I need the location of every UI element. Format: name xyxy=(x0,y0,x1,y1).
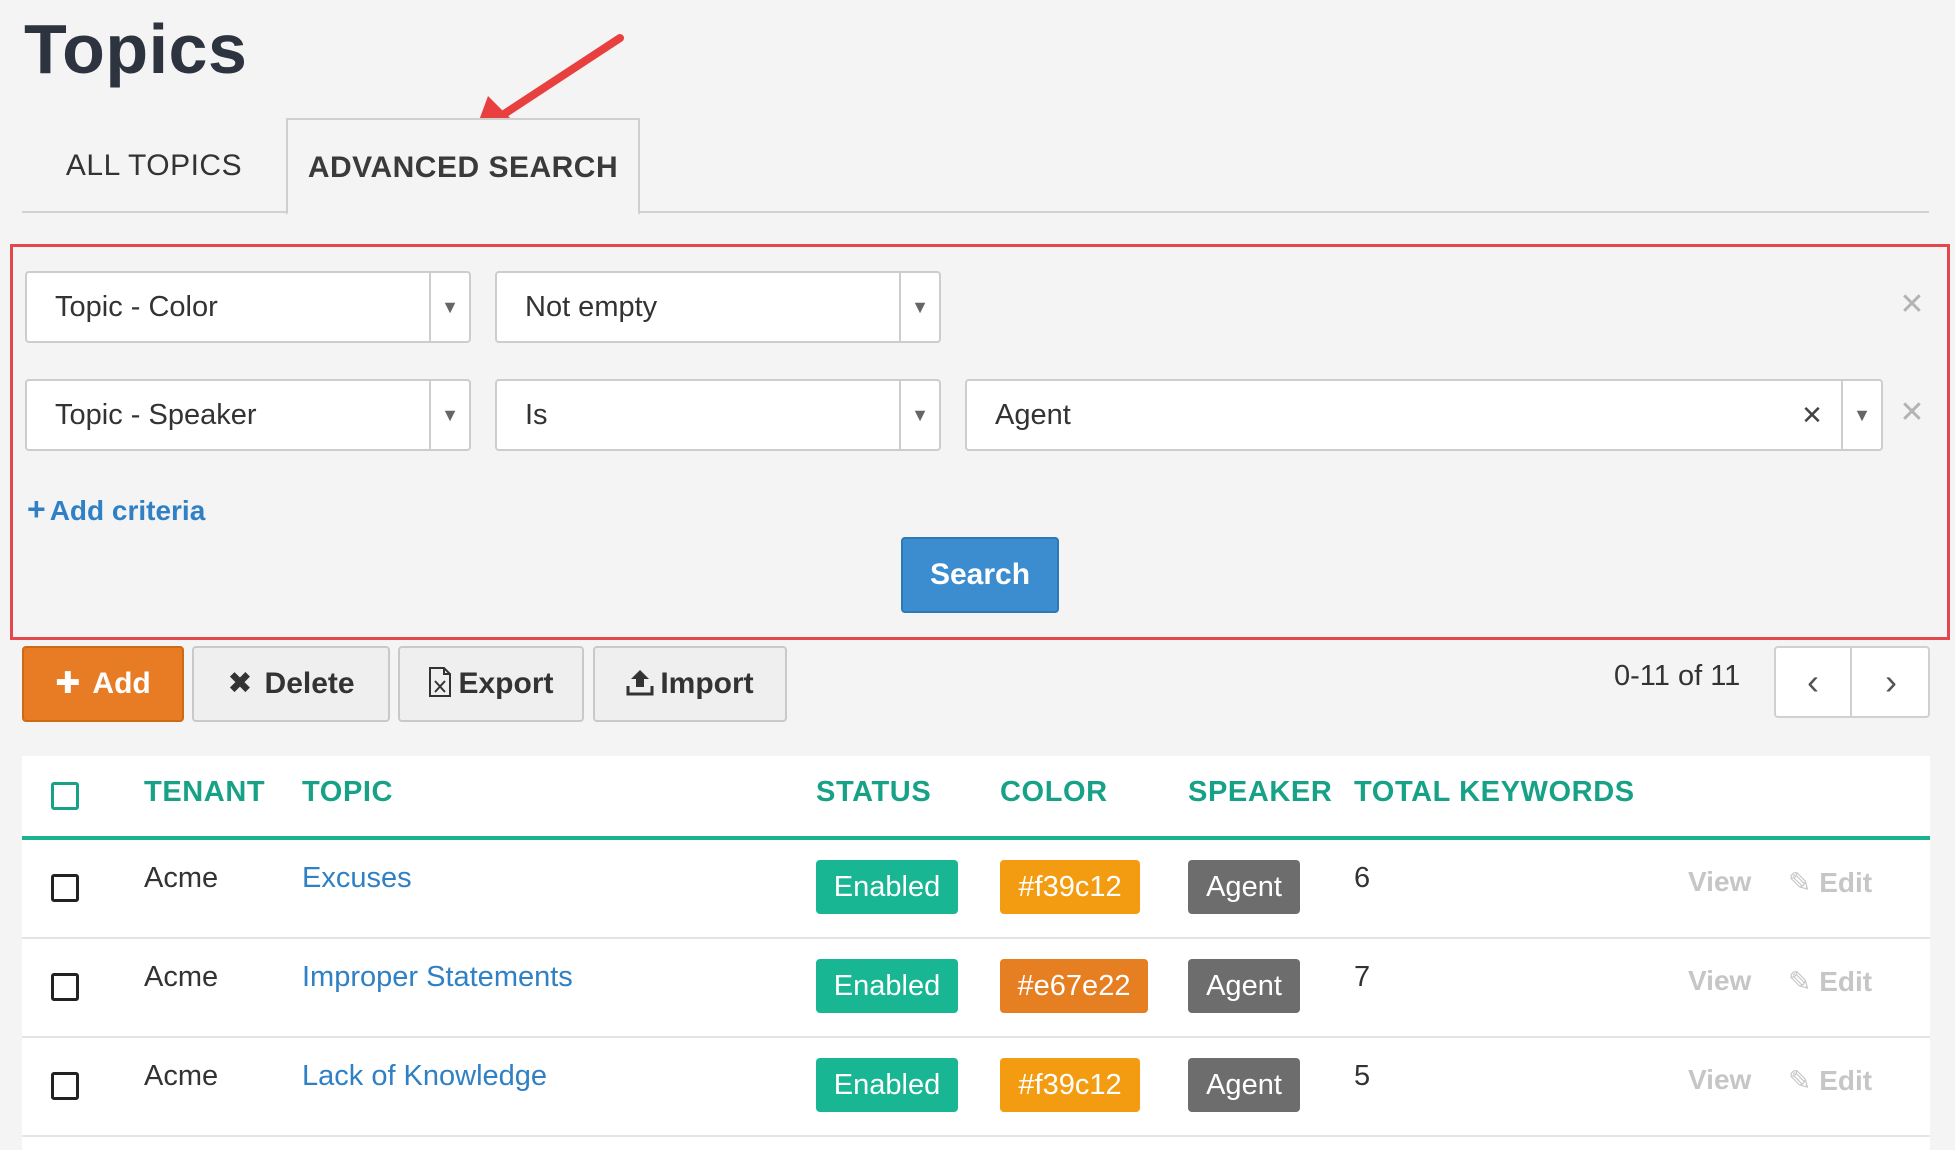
export-button-label: Export xyxy=(458,667,554,700)
row-checkbox[interactable] xyxy=(51,973,79,1001)
status-badge: Enabled xyxy=(816,860,958,914)
edit-icon: ✎ xyxy=(1788,1065,1812,1096)
add-button-label: Add xyxy=(92,667,151,700)
caret-down-icon[interactable]: ▼ xyxy=(899,381,939,449)
topics-table: TENANT TOPIC STATUS COLOR SPEAKER TOTAL … xyxy=(22,756,1930,1150)
search-button[interactable]: Search xyxy=(901,537,1059,613)
criteria-field-value: Topic - Speaker xyxy=(55,399,257,431)
edit-link[interactable]: ✎ Edit xyxy=(1788,965,1872,998)
status-badge: Enabled xyxy=(816,1058,958,1112)
page-title: Topics xyxy=(24,10,248,88)
table-row: Acme Improper Statements Enabled #e67e22… xyxy=(22,939,1930,1038)
topic-link[interactable]: Excuses xyxy=(302,862,412,895)
edit-icon: ✎ xyxy=(1788,867,1812,898)
color-badge: #f39c12 xyxy=(1000,1058,1140,1112)
plus-icon: ✚ xyxy=(55,667,81,700)
caret-down-icon[interactable]: ▼ xyxy=(429,273,469,341)
criteria-value-select[interactable]: Agent ✕ ▼ xyxy=(965,379,1883,451)
caret-down-icon[interactable]: ▼ xyxy=(899,273,939,341)
upload-icon xyxy=(626,670,654,696)
table-row: Acme Lack of Knowledge Enabled #f39c12 A… xyxy=(22,1038,1930,1137)
tenant-cell: Acme xyxy=(144,1060,219,1092)
edit-link[interactable]: ✎ Edit xyxy=(1788,866,1872,899)
view-link[interactable]: View xyxy=(1688,1064,1751,1096)
table-row: Acme Excuses Enabled #f39c12 Agent 6 Vie… xyxy=(22,840,1930,939)
chevron-right-icon[interactable]: › xyxy=(1853,648,1929,716)
clear-value-icon[interactable]: ✕ xyxy=(1797,381,1827,449)
criteria-value: Agent xyxy=(995,399,1071,431)
criteria-operator-select[interactable]: Is ▼ xyxy=(495,379,941,451)
topic-link[interactable]: Lack of Knowledge xyxy=(302,1060,547,1093)
view-link[interactable]: View xyxy=(1688,965,1751,997)
tenant-cell: Acme xyxy=(144,862,219,894)
delete-button[interactable]: ✖ Delete xyxy=(192,646,390,722)
column-header-status[interactable]: STATUS xyxy=(816,776,931,809)
row-checkbox[interactable] xyxy=(51,874,79,902)
column-header-color[interactable]: COLOR xyxy=(1000,776,1108,809)
column-header-tenant[interactable]: TENANT xyxy=(144,776,265,809)
color-badge: #e67e22 xyxy=(1000,959,1148,1013)
edit-label: Edit xyxy=(1819,1065,1873,1096)
edit-label: Edit xyxy=(1819,966,1873,997)
edit-link[interactable]: ✎ Edit xyxy=(1788,1064,1872,1097)
total-keywords-cell: 6 xyxy=(1354,862,1371,894)
edit-label: Edit xyxy=(1819,867,1873,898)
close-icon: ✖ xyxy=(227,667,253,700)
criteria-operator-value: Not empty xyxy=(525,291,658,323)
topic-tabs: ALL TOPICS ADVANCED SEARCH xyxy=(22,118,1929,215)
topics-page: Topics ALL TOPICS ADVANCED SEARCH Topic … xyxy=(0,0,1955,1150)
criteria-field-select[interactable]: Topic - Color ▼ xyxy=(25,271,471,343)
tab-advanced-search[interactable]: ADVANCED SEARCH xyxy=(286,118,640,215)
table-header: TENANT TOPIC STATUS COLOR SPEAKER TOTAL … xyxy=(22,756,1930,840)
plus-icon: + xyxy=(27,491,46,527)
criteria-operator-select[interactable]: Not empty ▼ xyxy=(495,271,941,343)
column-header-speaker[interactable]: SPEAKER xyxy=(1188,776,1332,809)
speaker-badge: Agent xyxy=(1188,959,1300,1013)
status-badge: Enabled xyxy=(816,959,958,1013)
import-button-label: Import xyxy=(660,667,754,700)
tenant-cell: Acme xyxy=(144,961,219,993)
pagination-controls: ‹ › xyxy=(1774,646,1930,718)
color-badge: #f39c12 xyxy=(1000,860,1140,914)
speaker-badge: Agent xyxy=(1188,860,1300,914)
total-keywords-cell: 7 xyxy=(1354,961,1371,993)
tab-all-topics[interactable]: ALL TOPICS xyxy=(22,118,286,213)
criteria-panel: Topic - Color ▼ Not empty ▼ ✕ Topic - Sp… xyxy=(10,244,1950,640)
select-all-checkbox[interactable] xyxy=(51,782,79,810)
column-header-topic[interactable]: TOPIC xyxy=(302,776,393,809)
excel-file-icon xyxy=(429,667,452,697)
topic-link[interactable]: Improper Statements xyxy=(302,961,573,994)
speaker-badge: Agent xyxy=(1188,1058,1300,1112)
criteria-field-select[interactable]: Topic - Speaker ▼ xyxy=(25,379,471,451)
criteria-field-value: Topic - Color xyxy=(55,291,218,323)
column-header-total-keywords[interactable]: TOTAL KEYWORDS xyxy=(1354,776,1635,809)
chevron-left-icon[interactable]: ‹ xyxy=(1776,648,1852,716)
total-keywords-cell: 5 xyxy=(1354,1060,1371,1092)
row-checkbox[interactable] xyxy=(51,1072,79,1100)
add-criteria-label: Add criteria xyxy=(49,495,206,526)
delete-button-label: Delete xyxy=(264,667,355,700)
remove-criteria-icon[interactable]: ✕ xyxy=(1897,285,1927,325)
criteria-operator-value: Is xyxy=(525,399,548,431)
import-button[interactable]: Import xyxy=(593,646,787,722)
pagination-range: 0-11 of 11 xyxy=(1614,660,1741,692)
add-button[interactable]: ✚ Add xyxy=(22,646,184,722)
edit-icon: ✎ xyxy=(1788,966,1812,997)
add-criteria-link[interactable]: + Add criteria xyxy=(27,491,205,528)
export-button[interactable]: Export xyxy=(398,646,584,722)
caret-down-icon[interactable]: ▼ xyxy=(429,381,469,449)
caret-down-icon[interactable]: ▼ xyxy=(1841,381,1881,449)
view-link[interactable]: View xyxy=(1688,866,1751,898)
remove-criteria-icon[interactable]: ✕ xyxy=(1897,393,1927,433)
